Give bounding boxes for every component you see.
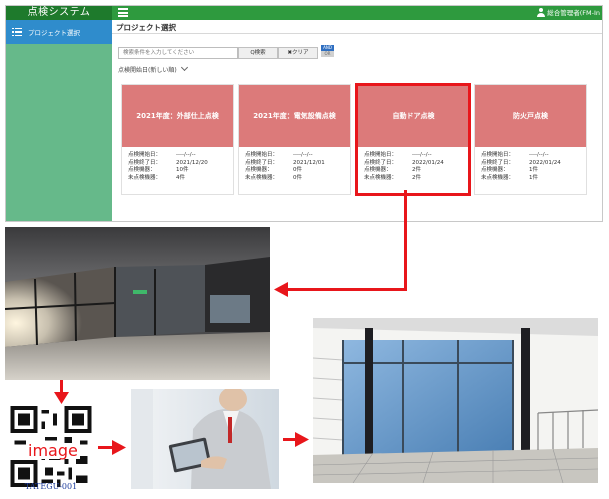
title-divider bbox=[112, 33, 602, 34]
project-card-title: 自動ドア点検 bbox=[358, 85, 469, 147]
sidebar-item-label: プロジェクト選択 bbox=[28, 29, 80, 37]
sidebar: プロジェクト選択 bbox=[6, 20, 112, 221]
start-date-label: 点検開始日： bbox=[364, 152, 398, 158]
start-date-value: ----/--/-- bbox=[529, 152, 549, 158]
end-date-value: 2021/12/01 bbox=[293, 159, 325, 166]
project-card-details: 点検開始日： ----/--/-- 点検終了日： 2022/01/24 点検機器： 1… bbox=[475, 147, 586, 182]
qr-code-label: TATEGU-001 bbox=[24, 482, 78, 491]
or-option[interactable]: OR bbox=[321, 51, 334, 57]
inspected-label: 点検機器： bbox=[128, 167, 156, 173]
start-date-value: ----/--/-- bbox=[293, 152, 313, 158]
arrow-head-icon bbox=[274, 282, 288, 297]
inspector-with-tablet-photo bbox=[131, 389, 279, 489]
end-date-label: 点検終了日： bbox=[245, 159, 279, 166]
uninspected-value: 1件 bbox=[529, 174, 538, 181]
project-card-selected[interactable]: 自動ドア点検 点検開始日： ----/--/-- 点検終了日： 2022/01/24… bbox=[357, 84, 470, 195]
connector-arrow-line bbox=[285, 288, 407, 291]
clear-button[interactable]: ✖クリア bbox=[278, 47, 318, 59]
sort-dropdown[interactable]: 点検開始日(新しい順) bbox=[118, 63, 188, 74]
uninspected-label: 未点検機器： bbox=[128, 174, 162, 181]
sidebar-item-project-select[interactable]: プロジェクト選択 bbox=[6, 20, 112, 44]
sort-label: 点検開始日(新しい順) bbox=[118, 67, 177, 74]
end-date-value: 2022/01/24 bbox=[529, 159, 561, 166]
list-icon bbox=[12, 27, 22, 37]
arrow-head-icon bbox=[295, 432, 309, 447]
arrow-head-icon bbox=[54, 392, 69, 404]
uninspected-label: 未点検機器： bbox=[364, 174, 398, 181]
connector-arrow-line bbox=[404, 190, 407, 290]
start-date-label: 点検開始日： bbox=[245, 152, 279, 158]
uninspected-label: 未点検機器： bbox=[481, 174, 515, 181]
uninspected-label: 未点検機器： bbox=[245, 174, 279, 181]
top-bar: 点検システム 総合管理者(FM-In bbox=[6, 6, 602, 20]
project-card[interactable]: 防火戸点検 点検開始日： ----/--/-- 点検終了日： 2022/01/24 … bbox=[474, 84, 587, 195]
app-window: 点検システム 総合管理者(FM-In プロジェクト選択 プロジェクト選択 Q検索… bbox=[5, 5, 603, 222]
entrance-lobby-photo bbox=[5, 227, 270, 380]
start-date-label: 点検開始日： bbox=[481, 152, 515, 158]
project-card-details: 点検開始日： ----/--/-- 点検終了日： 2022/01/24 点検機器： 2… bbox=[358, 147, 469, 182]
uninspected-value: 0件 bbox=[293, 174, 302, 181]
end-date-value: 2022/01/24 bbox=[412, 159, 444, 166]
user-name: 総合管理者(FM-In bbox=[547, 9, 600, 17]
project-card-title: 防火戸点検 bbox=[475, 85, 586, 147]
end-date-label: 点検終了日： bbox=[481, 159, 515, 166]
page-title: プロジェクト選択 bbox=[116, 23, 176, 32]
start-date-value: ----/--/-- bbox=[412, 152, 432, 158]
user-icon bbox=[536, 8, 545, 18]
project-card-details: 点検開始日： ----/--/-- 点検終了日： 2021/12/01 点検機器： 0… bbox=[239, 147, 350, 182]
project-card-details: 点検開始日： ----/--/-- 点検終了日： 2021/12/20 点検機器： 1… bbox=[122, 147, 233, 182]
hamburger-menu-icon[interactable] bbox=[118, 8, 128, 17]
start-date-value: ----/--/-- bbox=[176, 152, 196, 158]
and-or-toggle[interactable]: AND OR bbox=[321, 45, 334, 58]
chevron-down-icon bbox=[180, 63, 188, 72]
inspected-label: 点検機器： bbox=[364, 167, 392, 173]
inspected-label: 点検機器： bbox=[245, 167, 273, 173]
search-button[interactable]: Q検索 bbox=[238, 47, 278, 59]
uninspected-value: 2件 bbox=[412, 174, 421, 181]
project-card[interactable]: 2021年度：外部仕上点検 点検開始日： ----/--/-- 点検終了日： 202… bbox=[121, 84, 234, 195]
arrow-head-icon bbox=[112, 440, 126, 455]
project-card-title: 2021年度：電気設備点検 bbox=[239, 85, 350, 147]
project-card[interactable]: 2021年度：電気設備点検 点検開始日： ----/--/-- 点検終了日： 202… bbox=[238, 84, 351, 195]
inspected-value: 0件 bbox=[293, 167, 302, 173]
end-date-label: 点検終了日： bbox=[364, 159, 398, 166]
project-card-title: 2021年度：外部仕上点検 bbox=[122, 85, 233, 147]
end-date-label: 点検終了日： bbox=[128, 159, 162, 166]
inspected-value: 2件 bbox=[412, 167, 421, 173]
search-input[interactable] bbox=[118, 47, 238, 59]
qr-image-overlay-text: image bbox=[26, 441, 80, 460]
end-date-value: 2021/12/20 bbox=[176, 159, 208, 166]
uninspected-value: 4件 bbox=[176, 174, 185, 181]
start-date-label: 点検開始日： bbox=[128, 152, 162, 158]
bim-3d-model-view bbox=[313, 318, 598, 483]
user-menu[interactable]: 総合管理者(FM-In bbox=[536, 6, 600, 20]
main-content: プロジェクト選択 Q検索 ✖クリア AND OR 点検開始日(新しい順) 202… bbox=[112, 20, 602, 221]
app-brand[interactable]: 点検システム bbox=[6, 6, 112, 20]
inspected-label: 点検機器： bbox=[481, 167, 509, 173]
inspected-value: 1件 bbox=[529, 167, 538, 173]
inspected-value: 10件 bbox=[176, 167, 189, 173]
